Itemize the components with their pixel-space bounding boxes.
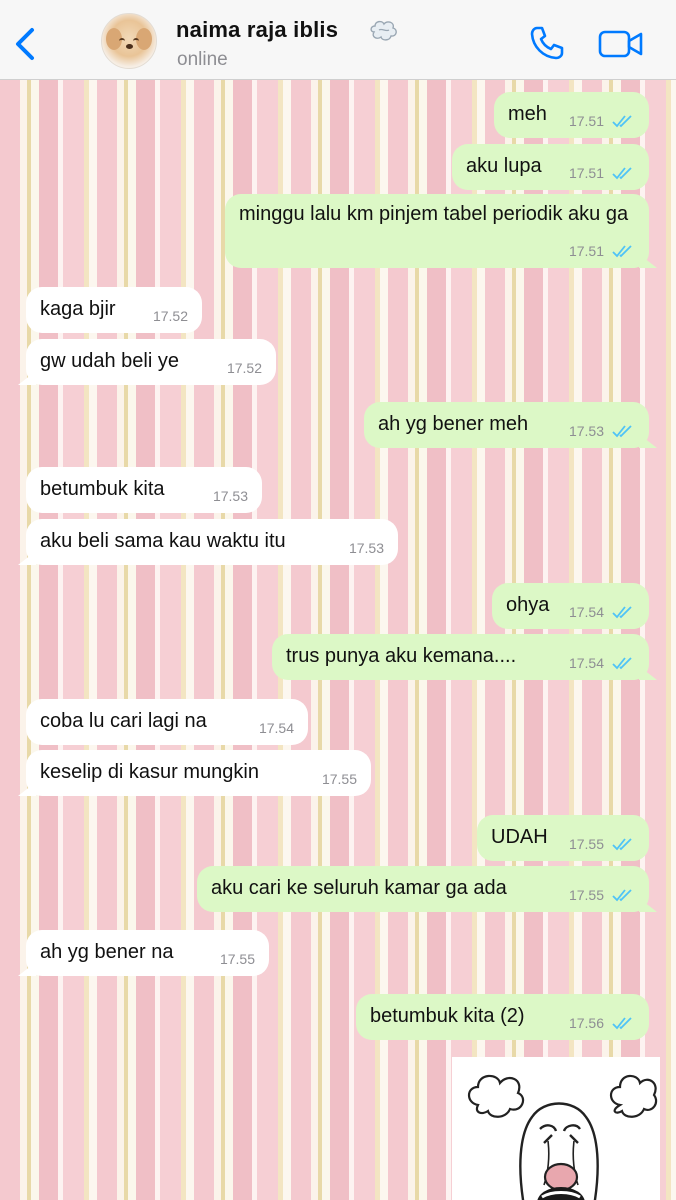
message-bubble[interactable]: minggu lalu km pinjem tabel periodik aku… <box>225 194 649 268</box>
message-bubble[interactable]: trus punya aku kemana.... 17.54 <box>272 634 649 680</box>
contact-status: online <box>177 49 228 70</box>
message-text: aku lupa <box>466 155 542 177</box>
sticker-message[interactable] <box>452 1057 660 1200</box>
back-chevron-icon[interactable] <box>10 24 40 64</box>
message-text: minggu lalu km pinjem tabel periodik aku… <box>239 203 629 225</box>
message-time: 17.55 <box>568 887 604 903</box>
message-bubble[interactable]: kaga bjir 17.52 <box>26 287 202 333</box>
message-text: keselip di kasur mungkin <box>40 761 259 783</box>
message-bubble[interactable]: aku cari ke seluruh kamar ga ada 17.55 <box>197 866 649 912</box>
read-receipt-icon <box>612 425 632 438</box>
read-receipt-icon <box>612 245 632 258</box>
message-text: UDAH <box>491 826 548 848</box>
message-bubble[interactable]: ah yg bener na 17.55 <box>26 930 269 976</box>
message-bubble[interactable]: keselip di kasur mungkin 17.55 <box>26 750 371 796</box>
message-text: coba lu cari lagi na <box>40 710 207 732</box>
read-receipt-icon <box>612 115 632 128</box>
read-receipt-icon <box>612 606 632 619</box>
message-text: aku cari ke seluruh kamar ga ada <box>211 877 507 899</box>
message-time: 17.51 <box>568 243 604 259</box>
message-bubble[interactable]: ah yg bener meh 17.53 <box>364 402 649 448</box>
message-time: 17.51 <box>568 165 604 181</box>
read-receipt-icon <box>612 838 632 851</box>
message-bubble[interactable]: gw udah beli ye 17.52 <box>26 339 276 385</box>
angry-crying-meme-sticker <box>467 1074 658 1200</box>
message-text: trus punya aku kemana.... <box>286 645 517 667</box>
read-receipt-icon <box>612 889 632 902</box>
message-bubble[interactable]: betumbuk kita (2) 17.56 <box>356 994 649 1040</box>
message-time: 17.52 <box>226 360 262 376</box>
message-time: 17.56 <box>568 1015 604 1031</box>
message-time: 17.54 <box>568 655 604 671</box>
read-receipt-icon <box>612 167 632 180</box>
message-time: 17.53 <box>212 488 248 504</box>
message-time: 17.55 <box>219 951 255 967</box>
message-time: 17.55 <box>568 836 604 852</box>
phone-call-icon[interactable] <box>528 24 566 62</box>
message-text: betumbuk kita <box>40 478 165 500</box>
message-text: aku beli sama kau waktu itu <box>40 530 286 552</box>
message-time: 17.54 <box>568 604 604 620</box>
message-bubble[interactable]: ohya 17.54 <box>492 583 649 629</box>
message-bubble[interactable]: aku lupa 17.51 <box>452 144 649 190</box>
chat-area[interactable]: meh 17.51 aku lupa 17.51 minggu lalu km … <box>0 80 676 1200</box>
message-bubble[interactable]: meh 17.51 <box>494 92 649 138</box>
video-call-icon[interactable] <box>598 28 644 60</box>
message-text: ah yg bener meh <box>378 413 529 435</box>
message-time: 17.55 <box>321 771 357 787</box>
contact-avatar[interactable] <box>101 13 157 69</box>
message-bubble[interactable]: coba lu cari lagi na 17.54 <box>26 699 308 745</box>
message-time: 17.54 <box>258 720 294 736</box>
message-text: betumbuk kita (2) <box>370 1005 525 1027</box>
chat-header: naima raja iblis online <box>0 0 676 80</box>
message-time: 17.51 <box>568 113 604 129</box>
message-text: ah yg bener na <box>40 941 174 963</box>
message-time: 17.53 <box>348 540 384 556</box>
read-receipt-icon <box>612 657 632 670</box>
message-text: kaga bjir <box>40 298 116 320</box>
message-time: 17.53 <box>568 423 604 439</box>
contact-name[interactable]: naima raja iblis <box>176 17 338 43</box>
message-text: ohya <box>506 594 550 616</box>
message-text: gw udah beli ye <box>40 350 179 372</box>
dashing-away-icon <box>370 20 397 41</box>
message-bubble[interactable]: UDAH 17.55 <box>477 815 649 861</box>
message-text: meh <box>508 103 547 125</box>
message-bubble[interactable]: betumbuk kita 17.53 <box>26 467 262 513</box>
message-time: 17.52 <box>152 308 188 324</box>
read-receipt-icon <box>612 1017 632 1030</box>
message-bubble[interactable]: aku beli sama kau waktu itu 17.53 <box>26 519 398 565</box>
